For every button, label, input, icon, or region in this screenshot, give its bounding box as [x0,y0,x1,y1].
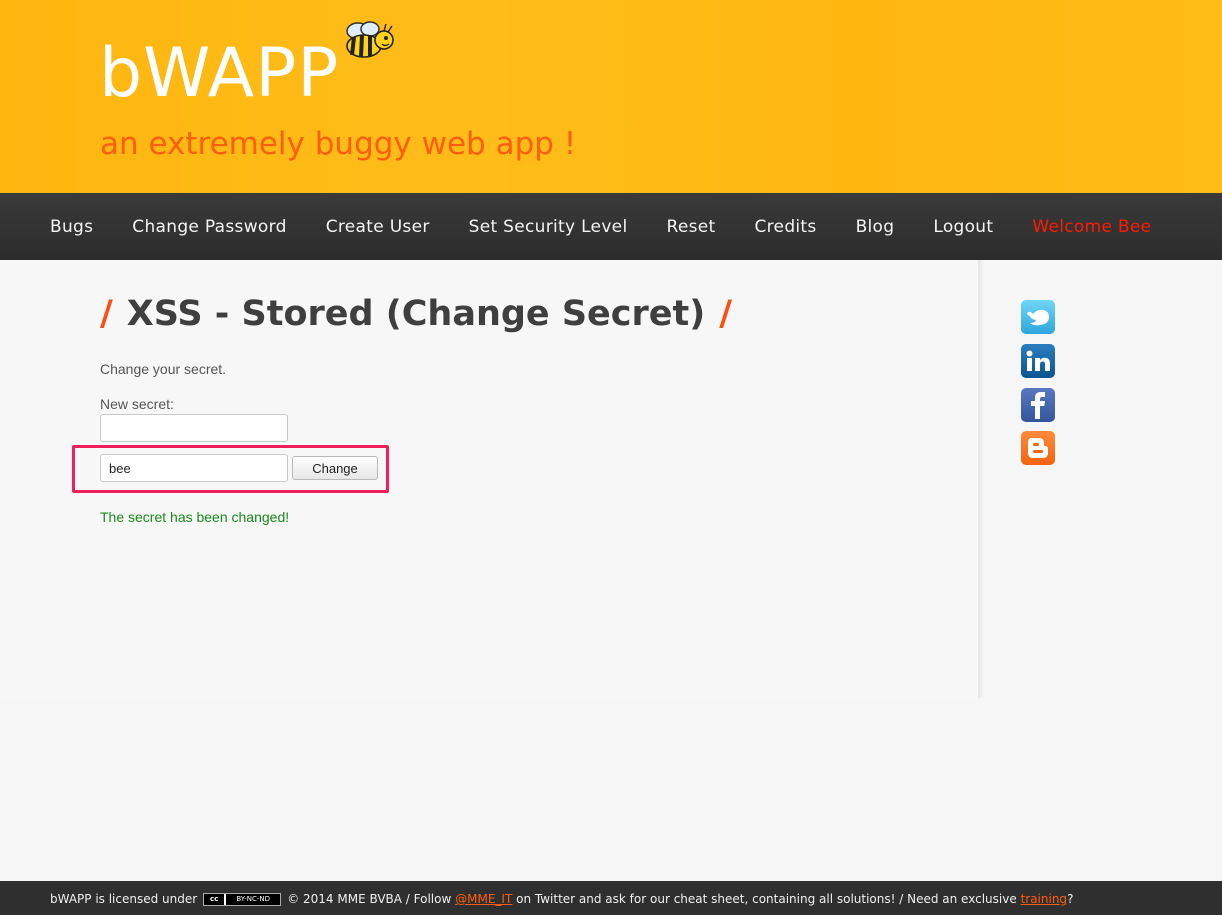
nav-blog[interactable]: Blog [856,217,895,237]
twitter-icon[interactable] [1021,300,1055,334]
title-slash-end: / [719,294,733,334]
page-title-text: XSS - Stored (Change Secret) [126,294,706,334]
training-link[interactable]: training [1021,892,1068,906]
bee-logo-icon [346,21,394,58]
linkedin-in-icon [1026,350,1050,371]
tagline: an extremely buggy web app ! [100,126,577,162]
linkedin-icon[interactable] [1021,344,1055,378]
blogger-icon[interactable] [1021,431,1055,465]
success-message: The secret has been changed! [100,509,290,525]
footer: bWAPP is licensed under cc BY-NC-ND © 20… [0,881,1222,915]
nav-bugs[interactable]: Bugs [50,217,93,237]
content-divider [978,260,984,698]
footer-copyright: © 2014 MME BVBA / Follow [287,892,452,906]
nav-welcome-user[interactable]: Welcome Bee [1032,217,1151,237]
new-secret-label: New secret: [100,396,174,412]
new-secret-input[interactable] [100,414,288,442]
facebook-f-icon [1031,392,1045,419]
footer-question-mark: ? [1067,892,1074,906]
logo: bWAPP [99,34,340,113]
twitter-handle-link[interactable]: @MME_IT [455,892,512,906]
nav-reset[interactable]: Reset [666,217,715,237]
blogger-b-icon [1028,438,1048,458]
main-nav: Bugs Change Password Create User Set Sec… [0,193,1222,260]
cc-icon: cc [204,893,225,905]
facebook-icon[interactable] [1021,388,1055,422]
cc-license-type: BY-NC-ND [226,893,281,905]
nav-change-password[interactable]: Change Password [132,217,286,237]
intro-text: Change your secret. [100,361,227,377]
nav-create-user[interactable]: Create User [326,217,430,237]
change-button[interactable]: Change [292,456,378,480]
title-slash-start: / [100,294,113,334]
cc-license-badge[interactable]: cc BY-NC-ND [203,892,282,906]
footer-cheat-sheet-text: on Twitter and ask for our cheat sheet, … [516,892,1017,906]
twitter-bird-icon [1027,309,1049,326]
footer-license-text: bWAPP is licensed under [50,892,198,906]
login-input[interactable] [100,454,288,482]
header: bWAPP an extremely buggy web app ! [0,0,1222,193]
nav-logout[interactable]: Logout [933,217,993,237]
page-title: / XSS - Stored (Change Secret) / [100,289,732,339]
nav-set-security-level[interactable]: Set Security Level [469,217,628,237]
nav-credits[interactable]: Credits [754,217,816,237]
